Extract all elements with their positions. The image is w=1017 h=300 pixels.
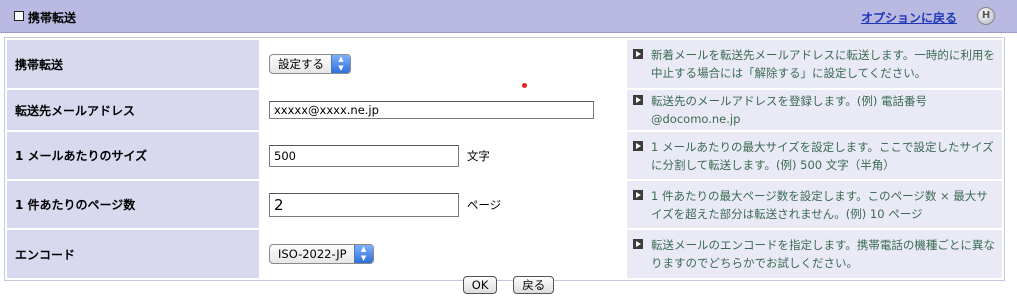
row-label: 1 メールあたりのサイズ [7, 132, 259, 179]
row-description: 転送メールのエンコードを指定します。携帯電話の機種ごとに異なりますのでどちらかで… [651, 238, 995, 270]
forwarding-select-value: 設定する [278, 57, 324, 71]
forward-address-input[interactable] [269, 101, 594, 119]
play-triangle-icon [633, 49, 643, 59]
forwarding-select[interactable]: 設定する ▲ ▼ [269, 54, 351, 74]
cursor-dot [522, 83, 527, 88]
play-triangle-icon [633, 140, 643, 151]
row-description: 1 件あたりの最大ページ数を設定します。このページ数 × 最大サイズを超えた部分… [651, 188, 988, 221]
play-triangle-icon [633, 95, 643, 105]
ok-button[interactable]: OK [462, 276, 498, 294]
row-address: 転送先メールアドレス 転送先のメールアドレスを登録します。(例) 電話番号@do… [7, 90, 1002, 130]
page-count-input[interactable] [269, 192, 459, 217]
help-icon[interactable]: H [977, 7, 995, 25]
play-triangle-icon [633, 239, 643, 249]
mail-size-input[interactable] [269, 144, 459, 167]
row-size: 1 メールあたりのサイズ 文字 1 メールあたりの最大サイズを設定します。ここで… [7, 132, 1002, 179]
page-count-unit: ページ [466, 197, 502, 212]
row-label: 転送先メールアドレス [7, 90, 259, 130]
row-encoding: エンコード ISO-2022-JP ▲ ▼ 転送メールのエンコードを指定します。携… [7, 230, 1002, 278]
row-description: 転送先のメールアドレスを登録します。(例) 電話番号@docomo.ne.jp [651, 94, 927, 126]
row-description: 1 メールあたりの最大サイズを設定します。ここで設定したサイズに分割して転送しま… [651, 139, 994, 172]
row-label: 携帯転送 [7, 40, 259, 88]
mail-size-unit: 文字 [466, 148, 490, 163]
section-header: 携帯転送 オプションに戻る H [0, 0, 1017, 33]
select-arrows-icon: ▲ ▼ [331, 55, 350, 73]
select-arrows-icon: ▲ ▼ [353, 245, 373, 263]
back-to-options-link[interactable]: オプションに戻る [861, 9, 957, 26]
section-square-icon [14, 11, 24, 21]
row-pages: 1 件あたりのページ数 ページ 1 件あたりの最大ページ数を設定します。このペー… [7, 181, 1002, 228]
encoding-select-value: ISO-2022-JP [278, 247, 347, 261]
encoding-select[interactable]: ISO-2022-JP ▲ ▼ [269, 244, 374, 264]
play-triangle-icon [633, 189, 643, 200]
row-label: 1 件あたりのページ数 [7, 181, 259, 228]
row-label: エンコード [7, 230, 259, 278]
back-button[interactable]: 戻る [513, 276, 555, 294]
row-description: 新着メールを転送先メールアドレスに転送します。一時的に利用を中止する場合には「解… [651, 48, 995, 80]
form-buttons: OK 戻る [0, 276, 1017, 294]
section-title: 携帯転送 [28, 11, 77, 25]
forwarding-settings-table: 携帯転送 設定する ▲ ▼ 新着メールを転送先メールアドレスに転送します。一時的に… [4, 37, 1005, 281]
row-forwarding: 携帯転送 設定する ▲ ▼ 新着メールを転送先メールアドレスに転送します。一時的に… [7, 40, 1002, 88]
